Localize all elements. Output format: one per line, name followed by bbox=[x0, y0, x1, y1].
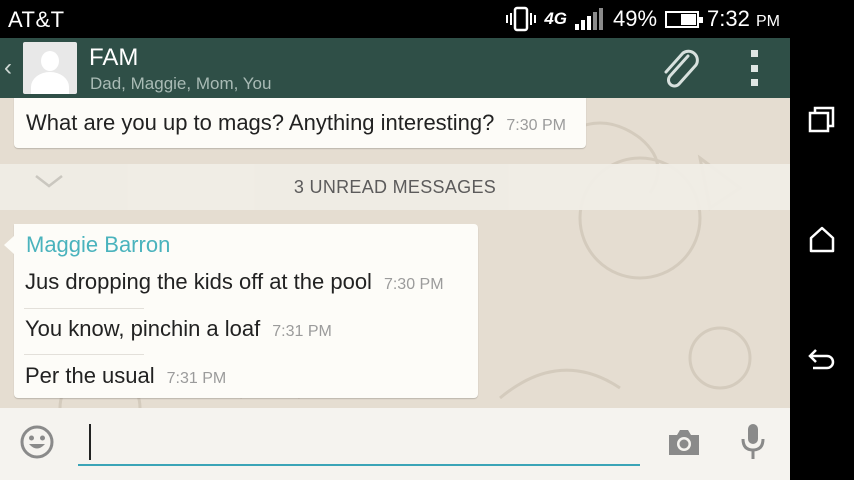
unread-label: 3 UNREAD MESSAGES bbox=[293, 177, 497, 197]
list-item[interactable]: You know, pinchin a loaf 7:31 PM bbox=[25, 316, 332, 342]
network-type: 4G bbox=[544, 9, 567, 28]
outgoing-message[interactable]: What are you up to mags? Anything intere… bbox=[14, 98, 586, 148]
home-icon[interactable] bbox=[807, 224, 837, 254]
message-input[interactable] bbox=[78, 420, 640, 464]
chevron-left-icon[interactable]: ‹ bbox=[4, 54, 12, 82]
list-item[interactable]: Jus dropping the kids off at the pool 7:3… bbox=[25, 269, 444, 295]
message-text: Per the usual bbox=[25, 363, 155, 388]
chat-title[interactable]: FAM bbox=[89, 44, 138, 72]
group-avatar-icon[interactable] bbox=[23, 42, 77, 94]
composer-bar bbox=[0, 408, 790, 480]
sender-name: Maggie Barron bbox=[26, 232, 171, 257]
status-icons: 4G 49% 7:32 PM bbox=[506, 5, 780, 33]
overflow-menu-icon[interactable] bbox=[746, 50, 762, 86]
microphone-icon[interactable] bbox=[741, 423, 765, 463]
clock: 7:32 PM bbox=[707, 6, 780, 31]
signal-icon bbox=[575, 8, 603, 30]
chat-area[interactable]: What are you up to mags? Anything intere… bbox=[0, 98, 790, 408]
recent-apps-icon[interactable] bbox=[807, 104, 837, 134]
chat-members[interactable]: Dad, Maggie, Mom, You bbox=[90, 74, 271, 94]
message-time: 7:31 PM bbox=[166, 370, 227, 387]
carrier-label: AT&T bbox=[8, 7, 65, 32]
message-text: What are you up to mags? Anything intere… bbox=[26, 110, 495, 135]
message-time: 7:30 PM bbox=[506, 117, 566, 134]
message-time: 7:31 PM bbox=[272, 323, 332, 340]
battery-percent: 49% bbox=[613, 6, 658, 31]
message-text: You know, pinchin a loaf bbox=[25, 316, 261, 341]
battery-icon bbox=[665, 10, 704, 28]
vibrate-icon bbox=[506, 6, 537, 32]
unread-banner: 3 UNREAD MESSAGES bbox=[0, 164, 790, 210]
chat-header: ‹ FAM Dad, Maggie, Mom, You bbox=[0, 38, 790, 98]
paperclip-icon[interactable] bbox=[658, 48, 704, 90]
back-icon[interactable] bbox=[807, 344, 837, 374]
camera-icon[interactable] bbox=[666, 426, 702, 458]
message-text: Jus dropping the kids off at the pool bbox=[25, 269, 372, 294]
whatsapp-screen: AT&T 4G 49% 7:32 PM ‹ FAM Dad, Maggie, M… bbox=[0, 0, 790, 480]
emoji-icon[interactable] bbox=[19, 424, 55, 460]
incoming-message-group[interactable]: Maggie Barron Jus dropping the kids off … bbox=[4, 224, 478, 398]
divider bbox=[24, 308, 144, 309]
status-bar: AT&T 4G 49% 7:32 PM bbox=[0, 0, 790, 38]
list-item[interactable]: Per the usual 7:31 PM bbox=[25, 363, 226, 389]
text-cursor bbox=[89, 424, 91, 460]
system-navigation-bar bbox=[790, 0, 854, 480]
divider bbox=[24, 354, 144, 355]
message-input-field[interactable] bbox=[78, 420, 640, 466]
message-time: 7:30 PM bbox=[383, 276, 444, 293]
